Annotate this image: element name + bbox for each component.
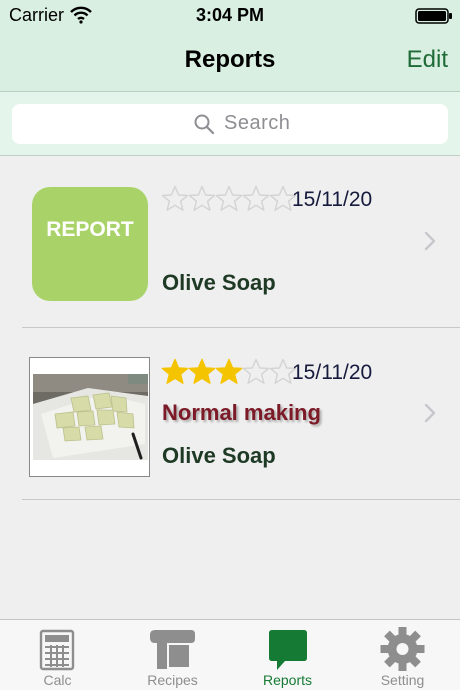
soap-photo-image bbox=[33, 374, 148, 460]
page-title: Reports bbox=[184, 46, 276, 73]
report-name: Olive Soap bbox=[162, 443, 276, 468]
battery-icon bbox=[415, 8, 452, 24]
speech-bubble-icon bbox=[269, 630, 307, 670]
navigation-bar: Reports Edit bbox=[0, 32, 460, 92]
report-thumbnail-label: REPORT bbox=[46, 218, 134, 241]
star-empty-icon bbox=[161, 185, 189, 211]
chevron-right-icon bbox=[424, 403, 436, 423]
star-filled-icon bbox=[188, 358, 216, 384]
gear-icon bbox=[380, 627, 425, 671]
chevron-right-icon bbox=[424, 231, 436, 251]
tab-recipes[interactable]: Recipes bbox=[115, 620, 230, 690]
row-divider bbox=[22, 499, 460, 500]
search-bar: Search bbox=[0, 92, 460, 156]
clock: 3:04 PM bbox=[195, 5, 265, 25]
search-placeholder: Search bbox=[224, 112, 291, 134]
report-subtitle: Normal making bbox=[162, 400, 321, 425]
rating-stars bbox=[161, 358, 301, 386]
report-thumbnail: REPORT bbox=[32, 187, 148, 301]
tab-label: Calc bbox=[43, 672, 72, 688]
rating-stars bbox=[161, 185, 301, 213]
star-empty-icon bbox=[242, 358, 270, 384]
star-filled-icon bbox=[215, 358, 243, 384]
search-input[interactable]: Search bbox=[12, 104, 448, 144]
tab-label: Recipes bbox=[147, 672, 198, 688]
tab-reports[interactable]: Reports bbox=[230, 620, 345, 690]
tab-setting[interactable]: Setting bbox=[345, 620, 460, 690]
tab-bar: Calc Recipes Reports Setting bbox=[0, 619, 460, 690]
row-divider bbox=[22, 327, 460, 328]
report-date: 15/11/20 bbox=[292, 188, 373, 211]
report-date: 15/11/20 bbox=[292, 361, 373, 384]
recipe-book-icon bbox=[150, 630, 195, 669]
search-icon bbox=[194, 114, 215, 135]
star-empty-icon bbox=[188, 185, 216, 211]
report-name: Olive Soap bbox=[162, 270, 276, 295]
tab-label: Reports bbox=[262, 672, 313, 688]
tab-calc[interactable]: Calc bbox=[0, 620, 115, 690]
star-filled-icon bbox=[161, 358, 189, 384]
calculator-icon bbox=[39, 629, 75, 671]
status-bar: Carrier 3:04 PM bbox=[0, 0, 460, 32]
star-empty-icon bbox=[215, 185, 243, 211]
edit-button[interactable]: Edit bbox=[407, 46, 448, 74]
star-empty-icon bbox=[242, 185, 270, 211]
tab-label: Setting bbox=[380, 672, 425, 688]
soap-photo bbox=[29, 357, 150, 477]
